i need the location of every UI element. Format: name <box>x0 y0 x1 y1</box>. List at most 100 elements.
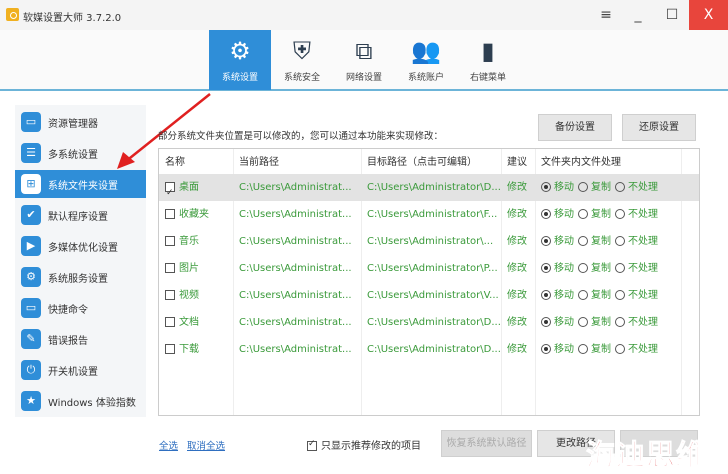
row-checkbox[interactable] <box>165 344 175 354</box>
folder-name: 文档 <box>179 317 199 328</box>
sidebar-item-3[interactable]: ✔ 默认程序设置 <box>15 201 146 229</box>
radio-2[interactable] <box>615 236 625 246</box>
radio-0[interactable] <box>541 209 551 219</box>
sidebar-item-label: Windows 体验指数 <box>48 397 136 409</box>
file-handling-options: 移动 复制 不处理 <box>537 282 658 309</box>
table-row[interactable]: 收藏夹 C:\Users\Administrat... C:\Users\Adm… <box>159 201 699 228</box>
suggestion: 修改 <box>507 263 527 274</box>
table-row[interactable]: 音乐 C:\Users\Administrat... C:\Users\Admi… <box>159 228 699 255</box>
backup-settings-button[interactable]: 备份设置 <box>538 114 612 141</box>
only-recommended-checkbox[interactable]: 只显示推荐修改的项目 <box>307 437 421 452</box>
restore-default-path-button[interactable]: 恢复系统默认路径 <box>441 430 532 457</box>
file-handling-options: 移动 复制 不处理 <box>537 201 658 228</box>
row-checkbox[interactable] <box>165 180 175 201</box>
radio-0[interactable] <box>541 344 551 354</box>
sidebar-item-2[interactable]: ⊞ 系统文件夹设置 <box>15 170 146 198</box>
column-header[interactable]: 目标路径（点击可编辑） <box>367 149 477 176</box>
menu-button[interactable]: ≡ <box>590 0 622 30</box>
sidebar-item-4[interactable]: ▶ 多媒体优化设置 <box>15 232 146 260</box>
tab-0[interactable]: ⚙ 系统设置 <box>209 30 271 90</box>
radio-label: 移动 <box>554 317 574 328</box>
current-path: C:\Users\Administrat... <box>239 209 352 220</box>
radio-0[interactable] <box>541 182 551 192</box>
radio-2[interactable] <box>615 263 625 273</box>
file-handling-options: 移动 复制 不处理 <box>537 228 658 255</box>
table-row[interactable]: 桌面 C:\Users\Administrat... C:\Users\Admi… <box>159 174 699 201</box>
radio-1[interactable] <box>578 209 588 219</box>
target-path[interactable]: C:\Users\Administrator\D... <box>367 336 501 363</box>
radio-1[interactable] <box>578 182 588 192</box>
sidebar-icon: ⚙ <box>21 267 41 287</box>
file-handling-options: 移动 复制 不处理 <box>537 174 658 201</box>
column-header[interactable]: 名称 <box>165 149 185 176</box>
radio-label: 不处理 <box>628 290 658 301</box>
row-checkbox[interactable] <box>165 290 175 300</box>
target-path[interactable]: C:\Users\Administrator\V... <box>367 282 499 309</box>
title-bar: 软媒设置大师 3.7.2.0 ≡ _ ☐ X <box>0 0 728 30</box>
folder-table: 名称 当前路径 目标路径（点击可编辑） 建议文件夹内文件处理桌面 C:\Users\A… <box>158 148 700 416</box>
folder-name: 音乐 <box>179 236 199 247</box>
sidebar-item-label: 错误报告 <box>48 335 88 347</box>
sidebar-icon: ✎ <box>21 329 41 349</box>
sidebar-icon: ✔ <box>21 205 41 225</box>
app-logo-icon <box>6 8 19 21</box>
table-row[interactable]: 文档 C:\Users\Administrat... C:\Users\Admi… <box>159 309 699 336</box>
sidebar-item-5[interactable]: ⚙ 系统服务设置 <box>15 263 146 291</box>
radio-2[interactable] <box>615 344 625 354</box>
tab-2[interactable]: ⧉ 网络设置 <box>333 30 395 90</box>
minimize-button[interactable]: _ <box>622 0 654 30</box>
row-checkbox[interactable] <box>165 236 175 246</box>
radio-0[interactable] <box>541 317 551 327</box>
current-path: C:\Users\Administrat... <box>239 182 352 193</box>
radio-2[interactable] <box>615 182 625 192</box>
radio-2[interactable] <box>615 317 625 327</box>
table-row[interactable]: 图片 C:\Users\Administrat... C:\Users\Admi… <box>159 255 699 282</box>
sidebar-item-7[interactable]: ✎ 错误报告 <box>15 325 146 353</box>
radio-2[interactable] <box>615 209 625 219</box>
target-path[interactable]: C:\Users\Administrator\P... <box>367 255 498 282</box>
target-path[interactable]: C:\Users\Administrator\F... <box>367 201 497 228</box>
file-handling-options: 移动 复制 不处理 <box>537 336 658 363</box>
radio-label: 移动 <box>554 236 574 247</box>
tab-icon: ⧉ <box>355 37 373 65</box>
checkbox-icon <box>307 439 317 451</box>
radio-label: 复制 <box>591 236 611 247</box>
tab-3[interactable]: 👥 系统账户 <box>395 30 457 90</box>
row-checkbox[interactable] <box>165 209 175 219</box>
tab-4[interactable]: ▮ 右键菜单 <box>457 30 519 90</box>
radio-1[interactable] <box>578 344 588 354</box>
radio-1[interactable] <box>578 317 588 327</box>
sidebar-item-8[interactable]: ⏻ 开关机设置 <box>15 356 146 384</box>
current-path: C:\Users\Administrat... <box>239 263 352 274</box>
sidebar-item-9[interactable]: ★ Windows 体验指数 <box>15 387 146 415</box>
deselect-all-link[interactable]: 取消全选 <box>187 438 225 452</box>
target-path[interactable]: C:\Users\Administrator\D... <box>367 174 501 201</box>
column-header[interactable]: 文件夹内文件处理 <box>541 149 621 176</box>
close-button[interactable]: X <box>689 0 728 30</box>
target-path[interactable]: C:\Users\Administrator\D... <box>367 309 501 336</box>
row-checkbox[interactable] <box>165 263 175 273</box>
radio-1[interactable] <box>578 290 588 300</box>
radio-label: 复制 <box>591 263 611 274</box>
maximize-button[interactable]: ☐ <box>656 0 688 30</box>
radio-0[interactable] <box>541 236 551 246</box>
sidebar-item-6[interactable]: ▭ 快捷命令 <box>15 294 146 322</box>
column-header[interactable]: 建议 <box>507 149 527 176</box>
window-title: 软媒设置大师 3.7.2.0 <box>23 13 122 24</box>
table-row[interactable]: 下载 C:\Users\Administrat... C:\Users\Admi… <box>159 336 699 363</box>
select-all-link[interactable]: 全选 <box>159 438 178 452</box>
column-header[interactable]: 当前路径 <box>239 149 279 176</box>
table-row[interactable]: 视频 C:\Users\Administrat... C:\Users\Admi… <box>159 282 699 309</box>
radio-1[interactable] <box>578 236 588 246</box>
target-path[interactable]: C:\Users\Administrator\... <box>367 228 493 255</box>
radio-2[interactable] <box>615 290 625 300</box>
tab-1[interactable]: ⛨ 系统安全 <box>271 30 333 90</box>
row-checkbox[interactable] <box>165 317 175 327</box>
restore-settings-button[interactable]: 还原设置 <box>622 114 696 141</box>
radio-0[interactable] <box>541 263 551 273</box>
radio-1[interactable] <box>578 263 588 273</box>
sidebar-item-label: 开关机设置 <box>48 366 98 378</box>
radio-0[interactable] <box>541 290 551 300</box>
folder-name: 桌面 <box>179 182 199 193</box>
folder-name: 图片 <box>179 263 199 274</box>
